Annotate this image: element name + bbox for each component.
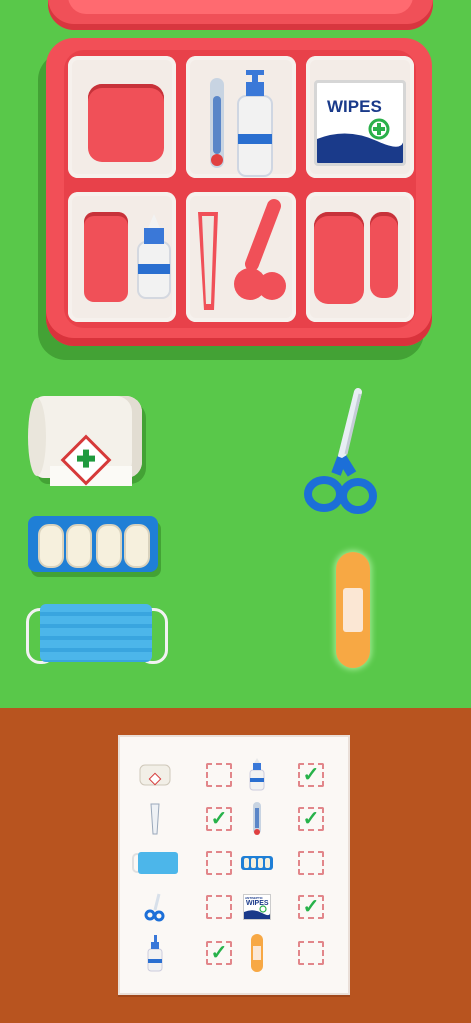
kit-slot-dropper[interactable] — [68, 192, 176, 322]
checkbox-wipes: ✓ — [298, 895, 324, 919]
checklist-pill-blister-icon — [234, 843, 280, 883]
first-aid-kit: WIPES — [46, 38, 432, 346]
kit-slot-thermometer-bottle[interactable] — [186, 56, 296, 178]
checkbox-pump-bottle: ✓ — [206, 941, 232, 965]
kit-slot-bandage[interactable] — [68, 56, 176, 178]
checkbox-dropper-bottle: ✓ — [298, 763, 324, 787]
dropper-bottle-icon — [137, 214, 171, 299]
kit-tray: WIPES — [64, 50, 416, 328]
wipes-pack: WIPES — [314, 80, 406, 166]
kit-slot-wipes[interactable]: WIPES — [306, 56, 414, 178]
checkbox-bandage-roll — [206, 763, 232, 787]
checklist-pump-bottle-icon — [132, 933, 178, 973]
checklist-wipes-icon: ANTISEPTIC WIPES — [234, 887, 280, 927]
kit-lid — [48, 0, 433, 30]
checklist-tweezers-icon — [132, 799, 178, 839]
pill-blister[interactable] — [28, 516, 158, 572]
checkbox-scissors — [206, 895, 232, 919]
checklist-scissors-icon — [132, 887, 178, 927]
scissors[interactable] — [302, 388, 382, 520]
kit-slot-plaster[interactable] — [306, 192, 414, 322]
checkbox-tweezers: ✓ — [206, 807, 232, 831]
tweezers-scissors-holes — [198, 199, 286, 310]
kit-slot-tools[interactable] — [186, 192, 296, 322]
face-mask[interactable] — [26, 602, 168, 664]
checkbox-face-mask — [206, 851, 232, 875]
checkbox-adhesive-plaster — [298, 941, 324, 965]
checklist-card: ✓ ✓ ✓ ANTISEPTIC WIPES ✓ ✓ — [118, 735, 350, 995]
checklist-face-mask-icon — [132, 843, 178, 883]
adhesive-plaster[interactable] — [336, 552, 370, 668]
checklist-bandage-roll-icon — [132, 755, 178, 795]
bandage-roll[interactable] — [28, 396, 142, 486]
checklist-thermometer-icon — [234, 799, 280, 839]
checklist-dropper-bottle-icon — [234, 755, 280, 795]
checklist-adhesive-plaster-icon — [234, 933, 280, 973]
checkbox-pill-blister — [298, 851, 324, 875]
checkbox-thermometer: ✓ — [298, 807, 324, 831]
thermometer-icon — [210, 70, 273, 177]
play-area: WIPES — [0, 0, 471, 708]
